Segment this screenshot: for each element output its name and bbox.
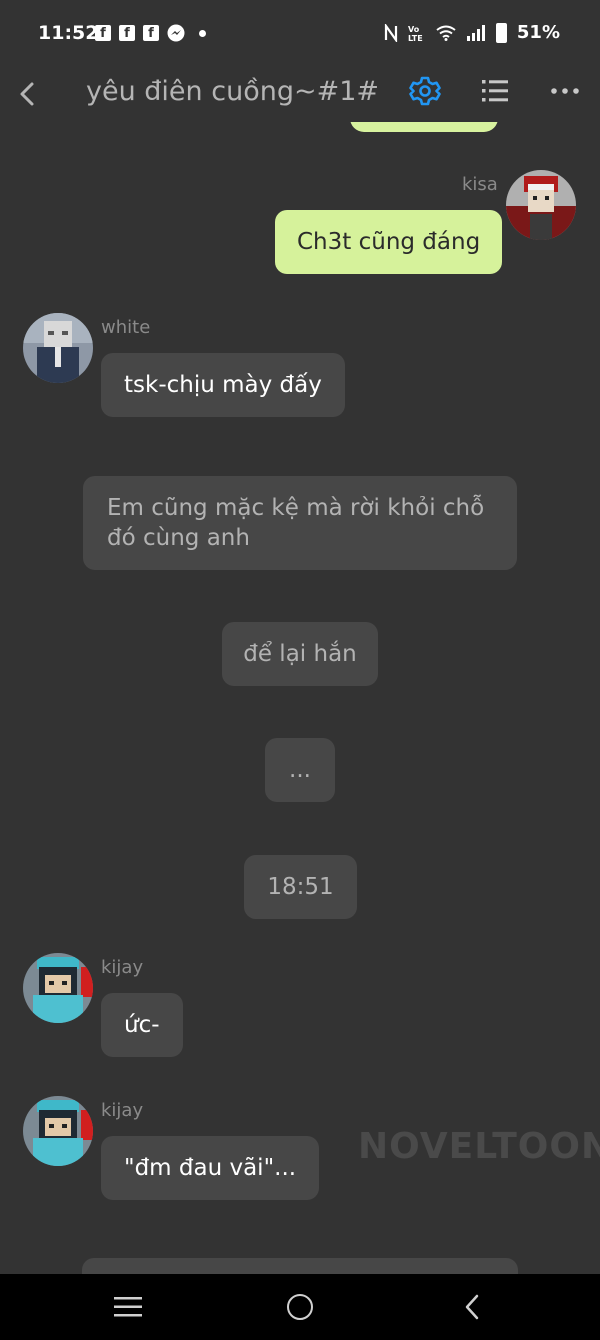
svg-text:Vo: Vo xyxy=(408,25,420,34)
narration-bubble[interactable]: 18:51 xyxy=(244,855,357,919)
status-bar: 11:52 f f f Vo LTE 51% xyxy=(0,0,600,66)
sender-name: kijay xyxy=(101,1100,144,1121)
back-icon[interactable] xyxy=(462,1294,482,1320)
volte-icon: VoLTE xyxy=(408,25,423,42)
message-bubble-kijay[interactable]: ức- xyxy=(101,993,183,1057)
previous-message-bubble xyxy=(350,122,498,132)
sender-name: kisa xyxy=(462,174,498,195)
battery-icon xyxy=(495,22,507,43)
avatar[interactable] xyxy=(23,1096,93,1166)
home-icon[interactable] xyxy=(287,1294,313,1320)
sender-name: white xyxy=(101,317,151,338)
back-arrow-icon[interactable] xyxy=(14,74,46,114)
signal-icon xyxy=(466,24,485,41)
battery-level: 51% xyxy=(516,22,560,43)
list-icon[interactable] xyxy=(480,76,510,106)
facebook-icon: f xyxy=(119,25,135,41)
message-bubble-kisa[interactable]: Ch3t cũng đáng xyxy=(275,210,503,274)
avatar[interactable] xyxy=(506,170,576,240)
facebook-icon: f xyxy=(143,25,159,41)
next-message-bubble xyxy=(82,1258,518,1274)
narration-bubble[interactable]: ... xyxy=(265,738,335,802)
watermark-logo: NOVELTOON xyxy=(358,1126,600,1167)
messenger-icon xyxy=(167,24,185,42)
facebook-icon: f xyxy=(95,25,111,41)
notification-icons: f f f xyxy=(95,24,206,42)
status-time: 11:52 xyxy=(38,22,99,44)
chat-title: yêu điên cuồng~#1# xyxy=(86,76,380,107)
gear-icon[interactable] xyxy=(409,75,441,107)
svg-text:LTE: LTE xyxy=(408,34,423,42)
chat-area[interactable]: kisa Ch3t cũng đáng white tsk-chịu mày đ… xyxy=(0,122,600,1274)
narration-bubble[interactable]: để lại hắn xyxy=(222,622,378,686)
system-icons: Vo LTE 51% xyxy=(384,22,560,43)
wifi-icon xyxy=(436,25,456,41)
notification-dot xyxy=(199,29,206,37)
system-nav-bar xyxy=(0,1274,600,1340)
chat-header: yêu điên cuồng~#1# xyxy=(0,66,600,122)
message-bubble-white[interactable]: tsk-chịu mày đấy xyxy=(101,353,345,417)
more-icon[interactable] xyxy=(549,79,581,103)
message-bubble-kijay[interactable]: "đm đau vãi"... xyxy=(101,1136,320,1200)
nfc-icon xyxy=(384,23,398,42)
recent-apps-icon[interactable] xyxy=(114,1296,142,1318)
avatar[interactable] xyxy=(23,953,93,1023)
narration-bubble[interactable]: Em cũng mặc kệ mà rời khỏi chỗ đó cùng a… xyxy=(83,476,517,570)
avatar[interactable] xyxy=(23,313,93,383)
sender-name: kijay xyxy=(101,957,144,978)
